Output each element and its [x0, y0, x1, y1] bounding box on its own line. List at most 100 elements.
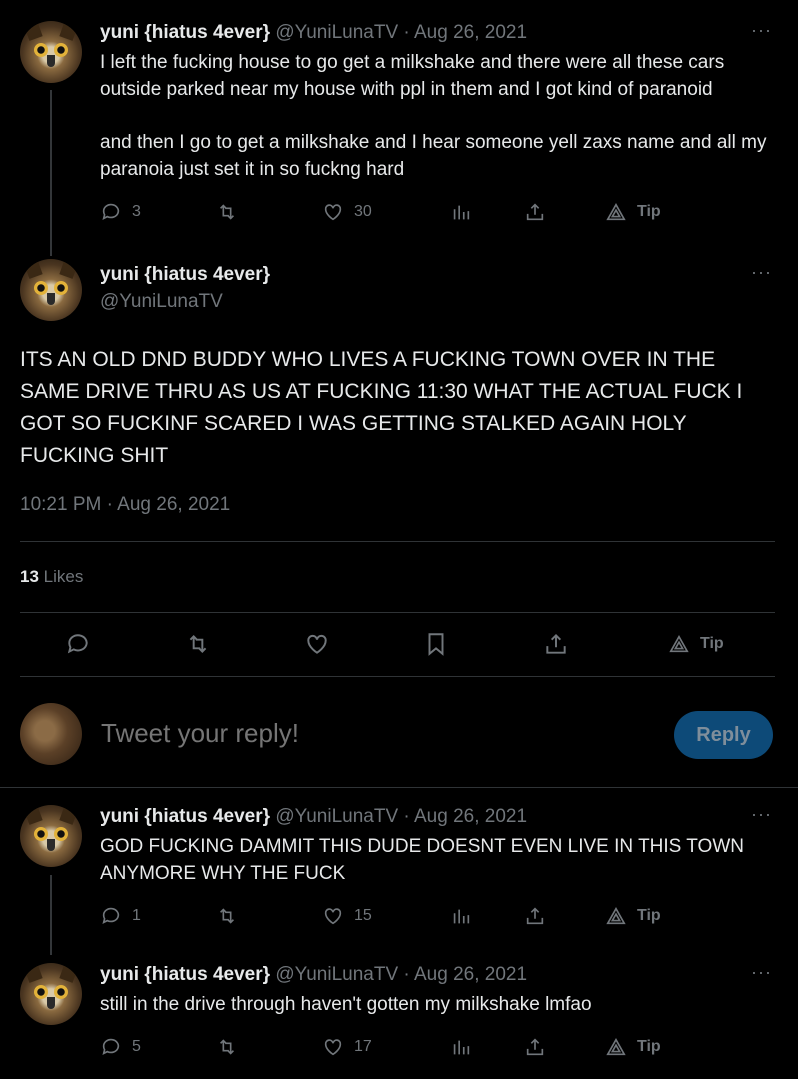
tweet-actions: 1 15 Tip: [100, 905, 700, 931]
retweet-icon: [219, 204, 235, 220]
like-button[interactable]: [304, 631, 330, 657]
retweet-button[interactable]: [216, 1036, 238, 1058]
tip-icon: [606, 1037, 626, 1056]
like-button[interactable]: 30: [322, 201, 372, 223]
more-options-icon[interactable]: ···: [751, 20, 772, 41]
reply-button[interactable]: 5: [100, 1036, 141, 1058]
tweet-date[interactable]: Aug 26, 2021: [414, 806, 527, 827]
handle[interactable]: @YuniLunaTV: [275, 806, 398, 827]
analytics-button[interactable]: [450, 1036, 472, 1058]
main-tweet-actions: Tip: [65, 631, 765, 657]
display-name[interactable]: yuni {hiatus 4ever}: [100, 806, 270, 827]
tip-icon: [606, 202, 626, 221]
analytics-icon: [453, 205, 470, 220]
reply-input[interactable]: [101, 718, 641, 749]
bookmark-button[interactable]: [423, 631, 449, 657]
bookmark-icon: [428, 633, 444, 656]
like-button[interactable]: 17: [322, 1036, 372, 1058]
more-options-icon[interactable]: ···: [751, 262, 772, 283]
handle[interactable]: @YuniLunaTV: [275, 22, 398, 43]
tip-label: Tip: [637, 1038, 661, 1055]
more-options-icon[interactable]: ···: [751, 804, 772, 825]
retweet-icon: [219, 1039, 235, 1055]
reply-button[interactable]: 1: [100, 905, 141, 927]
analytics-icon: [453, 909, 470, 924]
avatar[interactable]: [20, 21, 82, 83]
reply-count: 1: [132, 907, 141, 924]
tip-label: Tip: [700, 635, 724, 652]
retweet-icon: [189, 635, 207, 653]
analytics-icon: [453, 1040, 470, 1055]
current-user-avatar[interactable]: [20, 703, 82, 765]
tip-button[interactable]: Tip: [605, 1036, 661, 1058]
reply-icon: [102, 1038, 120, 1055]
tip-button[interactable]: Tip: [668, 633, 724, 655]
tip-button[interactable]: Tip: [605, 905, 661, 927]
share-button[interactable]: [524, 905, 546, 927]
heart-icon: [324, 204, 342, 221]
share-icon: [526, 203, 544, 221]
main-handle: @YuniLunaTV: [100, 291, 223, 313]
reply-count: 3: [132, 203, 141, 220]
tweet-date[interactable]: Aug 26, 2021: [414, 22, 527, 43]
analytics-button[interactable]: [450, 905, 472, 927]
reply-button[interactable]: [65, 631, 91, 657]
share-button[interactable]: [524, 1036, 546, 1058]
main-tweet-text: ITS AN OLD DND BUDDY WHO LIVES A FUCKING…: [20, 348, 743, 467]
separator: ·: [403, 22, 410, 43]
reply-icon: [102, 203, 120, 220]
tweet-actions: 5 17 Tip: [100, 1036, 700, 1062]
reply-count: 5: [132, 1038, 141, 1055]
heart-icon: [307, 634, 327, 654]
handle[interactable]: @YuniLunaTV: [275, 964, 398, 985]
more-options-icon[interactable]: ···: [751, 962, 772, 983]
likes-count: 13: [20, 567, 39, 586]
tweet-text: GOD FUCKING DAMMIT THIS DUDE DOESNT EVEN…: [100, 836, 744, 884]
like-button[interactable]: 15: [322, 905, 372, 927]
main-display-name: yuni {hiatus 4ever}: [100, 264, 270, 286]
retweet-icon: [219, 908, 235, 924]
display-name[interactable]: yuni {hiatus 4ever}: [100, 264, 270, 285]
like-count: 15: [354, 907, 372, 924]
tip-button[interactable]: Tip: [605, 201, 661, 223]
share-icon: [526, 907, 544, 925]
main-tweet-timestamp[interactable]: 10:21 PM · Aug 26, 2021: [20, 494, 230, 516]
divider: [0, 787, 798, 788]
reply-submit-button[interactable]: Reply: [674, 711, 773, 759]
divider: [20, 541, 775, 542]
share-icon: [526, 1038, 544, 1056]
tip-label: Tip: [637, 907, 661, 924]
reply-button[interactable]: 3: [100, 201, 141, 223]
divider: [20, 612, 775, 613]
avatar[interactable]: [20, 963, 82, 1025]
retweet-button[interactable]: [216, 905, 238, 927]
avatar[interactable]: [20, 805, 82, 867]
likes-summary[interactable]: 13 Likes: [20, 567, 83, 587]
retweet-button[interactable]: [216, 201, 238, 223]
tweet-text: and then I go to get a milkshake and I h…: [100, 132, 767, 180]
handle[interactable]: @YuniLunaTV: [100, 291, 223, 312]
tweet-header: yuni {hiatus 4ever} @YuniLunaTV · Aug 26…: [100, 22, 527, 44]
divider: [20, 676, 775, 677]
display-name[interactable]: yuni {hiatus 4ever}: [100, 964, 270, 985]
share-icon: [546, 633, 566, 654]
share-button[interactable]: [524, 201, 546, 223]
heart-icon: [324, 908, 342, 925]
thread-line: [50, 875, 52, 955]
like-count: 30: [354, 203, 372, 220]
separator: ·: [403, 806, 410, 827]
likes-label: Likes: [43, 567, 84, 586]
retweet-button[interactable]: [185, 631, 211, 657]
analytics-button[interactable]: [450, 201, 472, 223]
reply-icon: [102, 907, 120, 924]
share-button[interactable]: [543, 631, 569, 657]
tweet-actions: 3 30 Tip: [100, 201, 700, 227]
display-name[interactable]: yuni {hiatus 4ever}: [100, 22, 270, 43]
heart-icon: [324, 1039, 342, 1056]
tip-icon: [606, 906, 626, 925]
tip-label: Tip: [637, 203, 661, 220]
separator: ·: [403, 964, 410, 985]
avatar[interactable]: [20, 259, 82, 321]
tweet-date[interactable]: Aug 26, 2021: [414, 964, 527, 985]
tweet-text: I left the fucking house to go get a mil…: [100, 52, 725, 100]
